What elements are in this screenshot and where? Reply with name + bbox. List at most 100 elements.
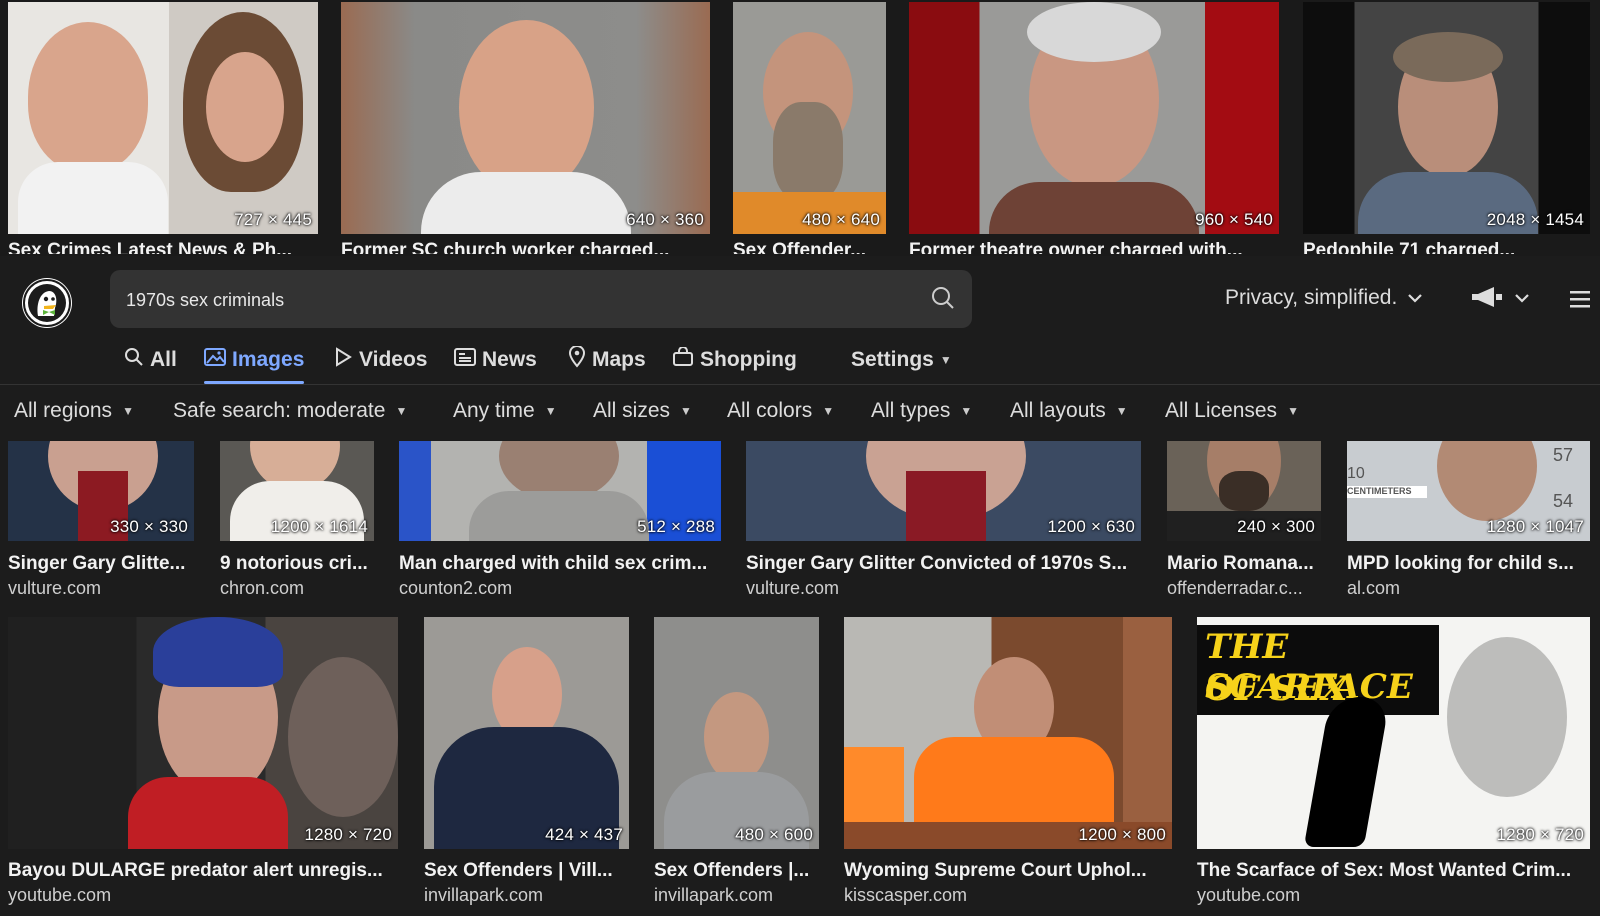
result-image[interactable]: 480 × 600 [654,617,819,849]
image-dimensions: 424 × 437 [545,825,623,844]
result-source[interactable]: invillapark.com [654,885,819,906]
filter-label: Safe search: moderate [173,399,386,422]
result-image[interactable]: 240 × 300 [1167,441,1321,541]
result-source[interactable]: vulture.com [8,578,194,599]
result-caption[interactable]: Singer Gary Glitte... vulture.com [8,553,194,599]
filter-label: All sizes [593,399,671,422]
tab-label: Videos [359,348,428,371]
privacy-menu[interactable]: Privacy, simplified. [1225,286,1423,310]
tab-images[interactable]: Images [204,340,305,384]
ruler-number: 10 [1347,465,1365,482]
result-caption[interactable]: Wyoming Supreme Court Uphol... kisscasper… [844,860,1172,906]
result-image[interactable]: THE SCARFACE OF SEX 1280 × 720 [1197,617,1590,849]
image-dimensions: 1200 × 1614 [270,517,368,536]
chevron-down-icon [1407,286,1423,310]
result-image[interactable]: 480 × 640 [733,2,886,234]
result-caption[interactable]: MPD looking for child s... al.com [1347,553,1590,599]
result-source[interactable]: kisscasper.com [844,885,1172,906]
result-source[interactable]: invillapark.com [424,885,629,906]
filter-sizes[interactable]: All sizes ▼ [593,399,692,423]
result-title[interactable]: The Scarface of Sex: Most Wanted Crim... [1197,860,1590,882]
result-image[interactable]: 640 × 360 [341,2,710,234]
result-image[interactable]: 424 × 437 [424,617,629,849]
result-image[interactable]: 1280 × 720 [8,617,398,849]
tab-shopping[interactable]: Shopping [672,340,797,380]
announcements-menu[interactable] [1470,286,1530,313]
filter-colors[interactable]: All colors ▼ [727,399,834,423]
result-caption[interactable]: Bayou DULARGE predator alert unregis... y… [8,860,398,906]
duckduckgo-logo[interactable] [22,278,72,328]
filter-regions[interactable]: All regions ▼ [14,399,134,423]
result-image[interactable]: 960 × 540 [909,2,1279,234]
result-source[interactable]: youtube.com [1197,885,1590,906]
result-image[interactable]: 2048 × 1454 [1303,2,1590,234]
tab-videos[interactable]: Videos [333,340,427,380]
search-input[interactable] [124,270,888,330]
hamburger-menu-icon[interactable] [1570,290,1590,313]
tab-all[interactable]: All [124,340,177,380]
filter-licenses[interactable]: All Licenses ▼ [1165,399,1299,423]
privacy-tagline: Privacy, simplified. [1225,286,1398,309]
result-image[interactable]: 330 × 330 [8,441,194,541]
result-caption[interactable]: Mario Romana... offenderradar.c... [1167,553,1327,599]
result-caption[interactable]: Man charged with child sex crim... counto… [399,553,721,599]
tab-maps[interactable]: Maps [568,340,646,380]
result-image[interactable]: 1200 × 800 [844,617,1172,849]
result-title[interactable]: Singer Gary Glitte... [8,553,194,575]
image-dimensions: 640 × 360 [626,210,704,229]
result-caption[interactable]: The Scarface of Sex: Most Wanted Crim...… [1197,860,1590,906]
result-source[interactable]: chron.com [220,578,374,599]
result-source[interactable]: offenderradar.c... [1167,578,1327,599]
result-caption[interactable]: Singer Gary Glitter Convicted of 1970s S… [746,553,1141,599]
image-dimensions: 1280 × 720 [304,825,392,844]
result-image[interactable]: 512 × 288 [399,441,721,541]
result-title[interactable]: Sex Offender... [733,240,886,254]
result-title[interactable]: Sex Offenders | Vill... [424,860,629,882]
caret-down-icon: ▼ [822,404,835,418]
tab-news[interactable]: News [454,340,537,380]
result-source[interactable]: youtube.com [8,885,398,906]
filter-layouts[interactable]: All layouts ▼ [1010,399,1128,423]
filter-label: All regions [14,399,113,422]
shopping-bag-icon [672,346,694,373]
result-source[interactable]: vulture.com [746,578,1141,599]
result-image[interactable]: 1200 × 1614 [220,441,374,541]
result-caption[interactable]: Sex Offenders | Vill... invillapark.com [424,860,629,906]
image-dimensions: 727 × 445 [234,210,312,229]
result-title[interactable]: Former SC church worker charged... [341,240,710,254]
search-box [110,270,972,330]
result-title[interactable]: Singer Gary Glitter Convicted of 1970s S… [746,553,1141,575]
image-results-grid: 330 × 330 1200 × 1614 512 × 288 1200 × 6… [0,441,1600,916]
result-image[interactable]: 727 × 445 [8,2,318,234]
filter-label: Any time [453,399,535,422]
result-image[interactable]: 1200 × 630 [746,441,1141,541]
search-icon[interactable] [930,285,956,316]
header: Privacy, simplified. All Images Videos N… [0,256,1600,385]
filter-types[interactable]: All types ▼ [871,399,972,423]
result-title[interactable]: Mario Romana... [1167,553,1327,575]
result-title[interactable]: 9 notorious cri... [220,553,374,575]
search-icon [124,347,144,373]
tab-settings[interactable]: Settings ▼ [851,340,952,380]
result-title[interactable]: Man charged with child sex crim... [399,553,721,575]
filter-safe-search[interactable]: Safe search: moderate ▼ [173,399,407,423]
result-source[interactable]: counton2.com [399,578,721,599]
result-title[interactable]: Bayou DULARGE predator alert unregis... [8,860,398,882]
image-icon [204,347,226,373]
result-image[interactable]: CENTIMETERS 57 54 10 1280 × 1047 [1347,441,1590,541]
result-title[interactable]: Wyoming Supreme Court Uphol... [844,860,1172,882]
result-source[interactable]: al.com [1347,578,1590,599]
result-title[interactable]: Sex Crimes Latest News & Ph... [8,240,318,254]
result-title[interactable]: MPD looking for child s... [1347,553,1590,575]
image-dimensions: 512 × 288 [637,517,715,536]
filter-label: All layouts [1010,399,1106,422]
image-dimensions: 1280 × 720 [1496,825,1584,844]
result-title[interactable]: Sex Offenders |... [654,860,819,882]
caret-down-icon: ▼ [122,404,134,418]
result-caption[interactable]: 9 notorious cri... chron.com [220,553,374,599]
result-title[interactable]: Former theatre owner charged with... [909,240,1279,254]
result-title[interactable]: Pedophile 71 charged... [1303,240,1590,254]
filter-time[interactable]: Any time ▼ [453,399,557,423]
result-caption[interactable]: Sex Offenders |... invillapark.com [654,860,819,906]
filter-bar: All regions ▼ Safe search: moderate ▼ Any … [0,385,1600,441]
